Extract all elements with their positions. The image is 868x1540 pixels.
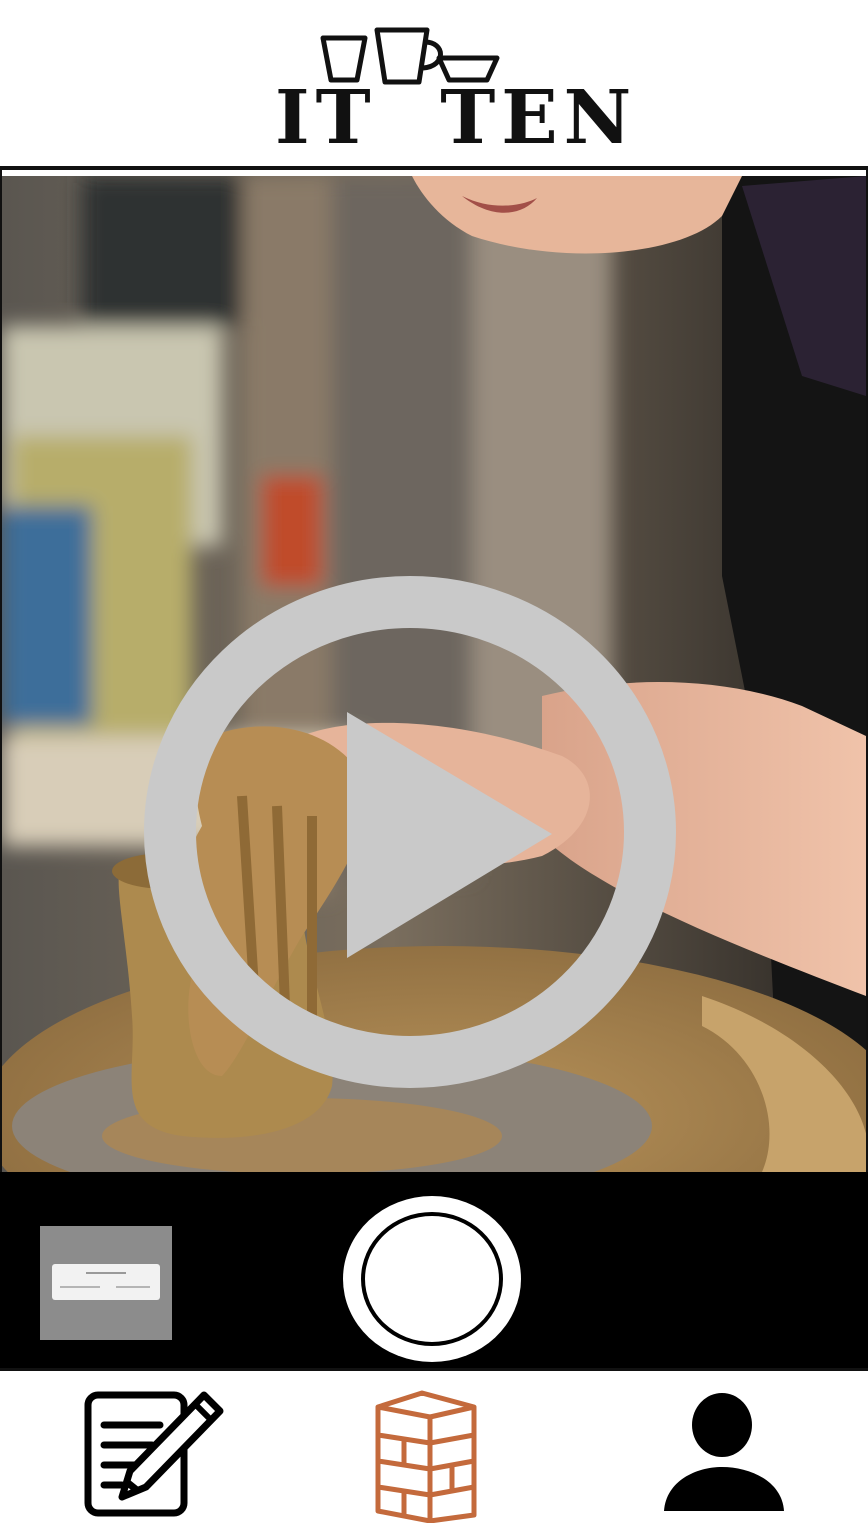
play-button[interactable] bbox=[142, 576, 678, 1088]
thumbnail-dialog-preview bbox=[52, 1264, 160, 1300]
notepad-pencil-icon bbox=[84, 1391, 224, 1517]
shutter-button[interactable] bbox=[343, 1196, 521, 1362]
nav-item-shelf[interactable] bbox=[370, 1387, 482, 1527]
app-header: IT TEN bbox=[0, 0, 868, 170]
app-logo: IT TEN bbox=[275, 24, 635, 158]
logo-text: IT TEN bbox=[275, 75, 638, 161]
bottom-nav bbox=[0, 1368, 868, 1540]
shutter-inner-ring bbox=[361, 1212, 503, 1346]
camera-preview bbox=[2, 176, 866, 1172]
thumbnail-line bbox=[86, 1272, 126, 1274]
thumbnail-line bbox=[116, 1286, 150, 1288]
camera-controls bbox=[0, 1172, 868, 1368]
thumbnail-line bbox=[60, 1286, 100, 1288]
shelf-icon bbox=[375, 1390, 477, 1523]
gallery-thumbnail[interactable] bbox=[40, 1226, 172, 1340]
nav-item-profile[interactable] bbox=[660, 1387, 788, 1527]
user-icon bbox=[664, 1393, 784, 1511]
play-circle-icon bbox=[144, 576, 676, 1088]
nav-item-notes[interactable] bbox=[82, 1387, 224, 1527]
